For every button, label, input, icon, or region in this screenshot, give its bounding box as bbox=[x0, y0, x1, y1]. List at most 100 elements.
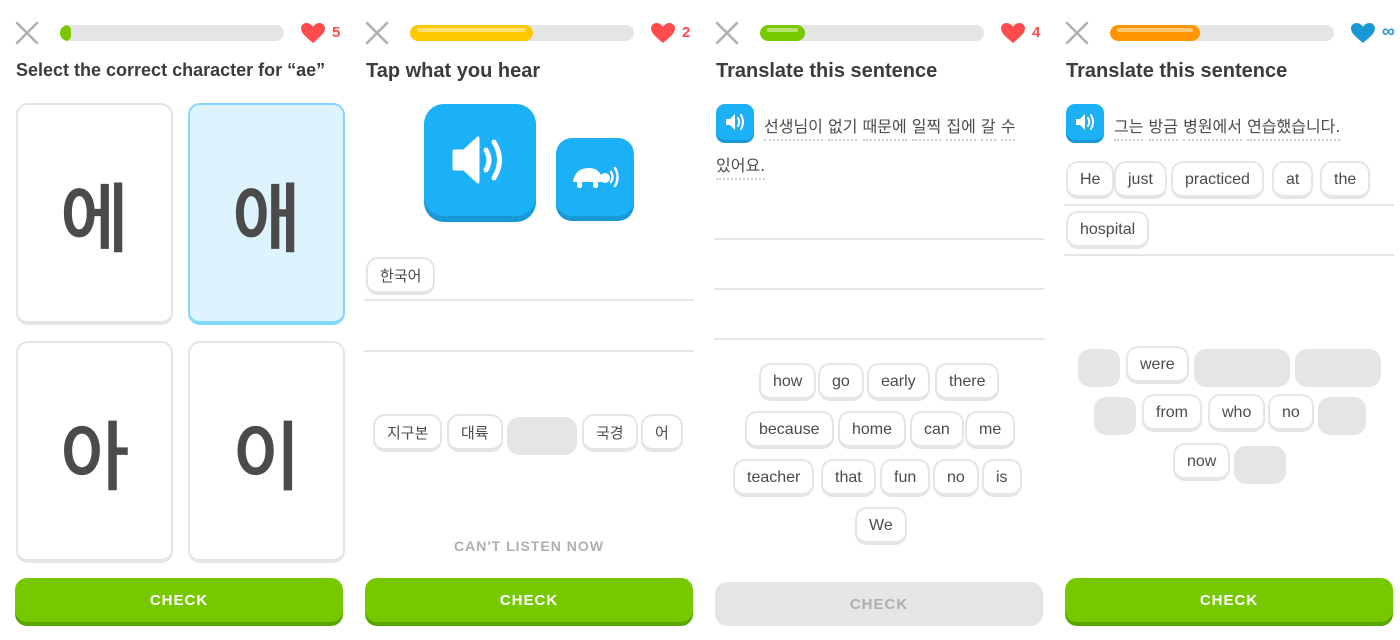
word-bank-tile[interactable]: go bbox=[818, 363, 864, 401]
word-bank-tile[interactable]: home bbox=[838, 411, 907, 449]
word-bank-tile[interactable]: no bbox=[933, 459, 979, 497]
word-bank-tile[interactable]: is bbox=[982, 459, 1022, 497]
progress-bar bbox=[60, 25, 284, 41]
option-character: 애 bbox=[232, 176, 301, 263]
option-card[interactable]: 에 bbox=[16, 103, 173, 325]
check-button[interactable]: CHECK bbox=[1065, 578, 1393, 622]
word-bank-tile[interactable]: me bbox=[965, 411, 1016, 449]
progress-bar bbox=[760, 25, 984, 41]
lesson-header: 2 bbox=[364, 16, 694, 50]
word-bank-tile[interactable]: how bbox=[759, 363, 817, 401]
answer-line bbox=[714, 238, 1044, 240]
answer-tile[interactable]: at bbox=[1272, 161, 1314, 199]
sentence-word[interactable]: 그는 bbox=[1114, 117, 1144, 141]
answer-tile[interactable]: He bbox=[1066, 161, 1115, 199]
answer-line bbox=[714, 288, 1044, 290]
word-bank-tile[interactable]: teacher bbox=[733, 459, 815, 497]
speaker-icon bbox=[1076, 114, 1094, 130]
word-bank-tile[interactable]: 지구본 bbox=[373, 414, 443, 452]
hearts-count: 4 bbox=[1032, 24, 1041, 41]
check-button[interactable]: CHECK bbox=[15, 578, 343, 622]
word-bank-tile[interactable]: there bbox=[935, 363, 1000, 401]
word-bank-tile[interactable]: were bbox=[1126, 346, 1189, 384]
sentence-word[interactable]: 집에 bbox=[946, 117, 976, 141]
progress-bar bbox=[1110, 25, 1334, 41]
answer-tile[interactable]: 한국어 bbox=[366, 257, 436, 295]
word-bank-slot-used bbox=[1194, 349, 1290, 387]
screen-tap-what-you-hear: 2 Tap what you hear 한국어 지구본 대륙 국경 어 CAN'… bbox=[364, 0, 694, 640]
word-bank-slot-used bbox=[1234, 446, 1286, 484]
heart-icon bbox=[651, 23, 675, 43]
sentence-word[interactable]: 방금 bbox=[1148, 117, 1178, 141]
play-audio-button[interactable] bbox=[716, 104, 754, 140]
sentence-word[interactable]: 갈 bbox=[980, 117, 996, 141]
lesson-screens: 5 Select the correct character for “ae” … bbox=[0, 0, 1400, 640]
play-slow-audio-button[interactable] bbox=[556, 138, 634, 216]
hearts-count: 5 bbox=[332, 24, 341, 41]
sentence-word[interactable]: 선생님이 bbox=[764, 117, 823, 141]
hearts-count: 2 bbox=[682, 24, 691, 41]
word-bank-slot-used bbox=[1295, 349, 1381, 387]
word-bank-tile[interactable]: 대륙 bbox=[447, 414, 503, 452]
lesson-header: ∞ bbox=[1064, 16, 1395, 50]
answer-line bbox=[1064, 204, 1394, 206]
word-bank-tile[interactable]: from bbox=[1142, 394, 1202, 432]
heart-icon bbox=[301, 23, 325, 43]
option-character: 아 bbox=[60, 414, 129, 501]
close-icon[interactable] bbox=[364, 20, 390, 46]
sentence-word[interactable]: 병원에서 bbox=[1183, 117, 1242, 141]
option-card-selected[interactable]: 애 bbox=[188, 103, 345, 325]
source-sentence-line: 선생님이 없기 때문에 일찍 집에 갈 수 bbox=[764, 113, 1016, 141]
answer-tile[interactable]: just bbox=[1114, 161, 1167, 199]
source-sentence-line: 그는 방금 병원에서 연습했습니다. bbox=[1114, 113, 1341, 141]
play-audio-button[interactable] bbox=[424, 104, 536, 216]
sentence-word[interactable]: 있어요. bbox=[716, 156, 766, 180]
prompt-title: Translate this sentence bbox=[716, 60, 938, 82]
progress-fill bbox=[60, 25, 72, 41]
check-button[interactable]: CHECK bbox=[365, 578, 693, 622]
word-bank-tile[interactable]: that bbox=[821, 459, 876, 497]
sentence-word[interactable]: 연습했습니다. bbox=[1247, 117, 1341, 141]
word-bank-tile[interactable]: early bbox=[867, 363, 930, 401]
sentence-word[interactable]: 수 bbox=[1000, 117, 1016, 141]
play-audio-button[interactable] bbox=[1066, 104, 1104, 140]
word-bank-slot-used bbox=[1078, 349, 1120, 387]
option-character: 에 bbox=[60, 176, 129, 263]
heart-icon bbox=[1001, 23, 1025, 43]
lesson-header: 4 bbox=[714, 16, 1044, 50]
check-button-disabled[interactable]: CHECK bbox=[715, 582, 1043, 626]
sentence-word[interactable]: 때문에 bbox=[862, 117, 907, 141]
sentence-word[interactable]: 없기 bbox=[827, 117, 858, 141]
option-card[interactable]: 아 bbox=[16, 341, 173, 563]
answer-tile[interactable]: the bbox=[1320, 161, 1371, 199]
close-icon[interactable] bbox=[1064, 20, 1090, 46]
cant-listen-button[interactable]: CAN'T LISTEN NOW bbox=[364, 538, 694, 554]
hearts-infinite: ∞ bbox=[1382, 21, 1395, 41]
word-bank-tile[interactable]: now bbox=[1173, 443, 1231, 481]
word-bank-tile[interactable]: We bbox=[855, 507, 907, 545]
answer-tile[interactable]: practiced bbox=[1171, 161, 1264, 199]
word-bank-tile[interactable]: because bbox=[745, 411, 834, 449]
answer-line bbox=[364, 299, 694, 301]
screen-select-character: 5 Select the correct character for “ae” … bbox=[14, 0, 345, 640]
source-sentence-line: 있어요. bbox=[716, 152, 766, 180]
prompt-title: Tap what you hear bbox=[366, 60, 541, 82]
option-card[interactable]: 이 bbox=[188, 341, 345, 563]
word-bank-tile[interactable]: 어 bbox=[641, 414, 683, 452]
heart-blue-icon bbox=[1351, 23, 1375, 43]
sentence-word[interactable]: 일찍 bbox=[911, 117, 942, 141]
answer-line bbox=[364, 350, 694, 352]
word-bank-tile[interactable]: 국경 bbox=[582, 414, 638, 452]
word-bank-tile[interactable]: fun bbox=[880, 459, 931, 497]
word-bank-tile[interactable]: who bbox=[1208, 394, 1266, 432]
option-character: 이 bbox=[232, 414, 301, 501]
word-bank-tile[interactable]: can bbox=[910, 411, 964, 449]
screen-translate-korean: 4 Translate this sentence 선생님이 없기 때문에 일찍… bbox=[714, 0, 1044, 640]
close-icon[interactable] bbox=[14, 20, 40, 46]
word-bank-tile[interactable]: no bbox=[1268, 394, 1314, 432]
prompt-title: Translate this sentence bbox=[1066, 60, 1288, 82]
screen-translate-answered: ∞ Translate this sentence 그는 방금 병원에서 연습했… bbox=[1064, 0, 1395, 640]
word-bank-slot-used bbox=[507, 417, 577, 455]
close-icon[interactable] bbox=[714, 20, 740, 46]
answer-tile[interactable]: hospital bbox=[1066, 211, 1150, 249]
